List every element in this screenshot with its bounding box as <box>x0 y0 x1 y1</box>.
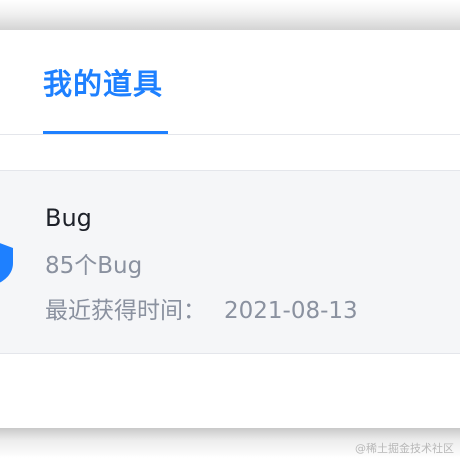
item-title: Bug <box>45 204 92 232</box>
spacer <box>0 135 460 170</box>
item-count: 85个Bug <box>45 253 143 279</box>
top-shadow <box>0 0 460 30</box>
tab-bar: 我的道具 <box>0 30 460 135</box>
time-label: 最近获得时间： <box>45 298 206 324</box>
tab-my-props[interactable]: 我的道具 <box>43 66 163 134</box>
item-time: 最近获得时间： 2021-08-13 <box>45 296 358 326</box>
tab-active-indicator <box>43 131 168 134</box>
props-panel: 我的道具 Bug 85个Bug 最近获得时间： 2021-08-13 <box>0 30 460 428</box>
time-value: 2021-08-13 <box>224 298 358 324</box>
watermark: @稀土掘金技术社区 <box>355 442 454 455</box>
shield-icon <box>0 243 13 283</box>
list-item: Bug 85个Bug 最近获得时间： 2021-08-13 <box>0 170 460 354</box>
